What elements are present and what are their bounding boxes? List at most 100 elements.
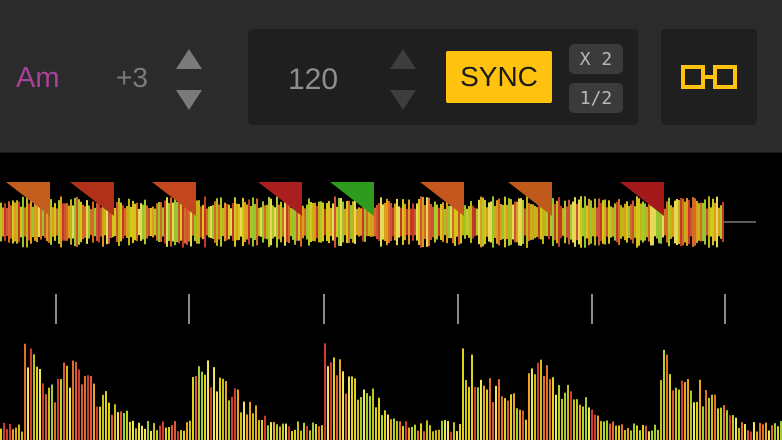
half-tempo-button[interactable]: 1/2: [569, 83, 623, 113]
waveform-bar: [302, 205, 304, 239]
waveform-bar: [226, 203, 228, 241]
detail-bar: [105, 391, 107, 440]
detail-bar: [531, 368, 533, 440]
waveform-bar: [638, 198, 640, 246]
bpm-up-icon[interactable]: [390, 49, 416, 69]
waveform-bar: [150, 207, 152, 237]
waveform-bar: [306, 204, 308, 240]
waveform-bar: [624, 203, 626, 241]
waveform-bar: [398, 206, 400, 238]
waveform-bar: [40, 204, 42, 240]
pitch-down-icon[interactable]: [176, 90, 202, 110]
waveform-bar: [138, 208, 140, 236]
detail-bar: [552, 377, 554, 440]
waveform-bar: [608, 200, 610, 244]
detail-bar: [195, 376, 197, 440]
detail-waveform[interactable]: [0, 328, 782, 440]
waveform-bar: [170, 197, 172, 247]
detail-bar: [198, 366, 200, 440]
detail-bar: [453, 422, 455, 440]
waveform-bar: [440, 204, 442, 240]
detail-bar: [693, 402, 695, 440]
overview-waveform[interactable]: [0, 176, 782, 260]
detail-bar: [150, 430, 152, 440]
waveform-bar: [8, 201, 10, 243]
detail-bar: [351, 376, 353, 440]
detail-bar: [66, 365, 68, 440]
detail-bar: [300, 430, 302, 440]
detail-bar: [54, 402, 56, 440]
waveform-bar: [502, 204, 504, 240]
waveform-bar: [276, 196, 278, 248]
waveform-bar: [430, 204, 432, 240]
detail-bar: [396, 421, 398, 440]
waveform-bar: [426, 197, 428, 247]
waveform-bar: [436, 204, 438, 240]
detail-bar: [777, 426, 779, 440]
waveform-bar: [162, 207, 164, 237]
detail-bar: [159, 425, 161, 440]
waveform-bar: [354, 200, 356, 244]
waveform-bar: [230, 208, 232, 236]
waveform-bar: [574, 197, 576, 247]
waveform-bar: [486, 207, 488, 237]
waveform-bar: [396, 198, 398, 246]
detail-bar: [36, 366, 38, 440]
detail-bar: [465, 379, 467, 440]
detail-bar: [762, 424, 764, 440]
waveform-bar: [210, 205, 212, 239]
detail-bar: [186, 422, 188, 440]
waveform-bar: [278, 204, 280, 240]
waveform-bar: [648, 202, 650, 242]
detail-bar: [408, 427, 410, 440]
detail-bar: [249, 401, 251, 440]
waveform-bar: [482, 197, 484, 247]
detail-bar: [312, 422, 314, 440]
detail-bar: [33, 354, 35, 440]
waveform-bar: [142, 204, 144, 240]
detail-bar: [570, 391, 572, 440]
detail-bar: [324, 343, 326, 440]
waveform-bar: [36, 201, 38, 243]
waveform-bar: [446, 200, 448, 244]
detail-bar: [339, 359, 341, 440]
detail-bar: [423, 431, 425, 440]
detail-bar: [3, 422, 5, 440]
detail-bar: [321, 425, 323, 440]
detail-bar: [477, 387, 479, 440]
waveform-bar: [554, 203, 556, 241]
waveform-bar: [508, 198, 510, 246]
waveform-bar: [644, 203, 646, 241]
waveform-bar: [38, 207, 40, 237]
waveform-bar: [578, 199, 580, 245]
detail-bar: [0, 428, 2, 440]
detail-bar: [45, 394, 47, 440]
detail-bar: [255, 405, 257, 440]
waveform-bar: [172, 202, 174, 242]
bpm-down-icon[interactable]: [390, 90, 416, 110]
waveform-bar: [326, 203, 328, 241]
detail-bar: [225, 381, 227, 440]
waveform-bar: [60, 196, 62, 248]
sync-button[interactable]: SYNC: [446, 51, 552, 103]
link-button[interactable]: [661, 29, 757, 125]
waveform-bar: [680, 197, 682, 247]
waveform-bar: [596, 207, 598, 237]
waveform-bar: [242, 197, 244, 247]
waveform-bar: [466, 208, 468, 236]
waveform-bar: [674, 200, 676, 244]
detail-bar: [282, 423, 284, 440]
waveform-bar: [376, 204, 378, 240]
waveform-bar: [98, 201, 100, 243]
waveform-bar: [390, 203, 392, 241]
waveform-bar: [288, 201, 290, 243]
double-tempo-button[interactable]: X 2: [569, 44, 623, 74]
pitch-up-icon[interactable]: [176, 49, 202, 69]
detail-bar: [243, 401, 245, 440]
waveform-bar: [10, 205, 12, 239]
detail-bar: [171, 425, 173, 440]
detail-bar: [147, 420, 149, 440]
waveform-bar: [432, 206, 434, 238]
detail-bar: [84, 376, 86, 440]
detail-bar: [438, 429, 440, 440]
